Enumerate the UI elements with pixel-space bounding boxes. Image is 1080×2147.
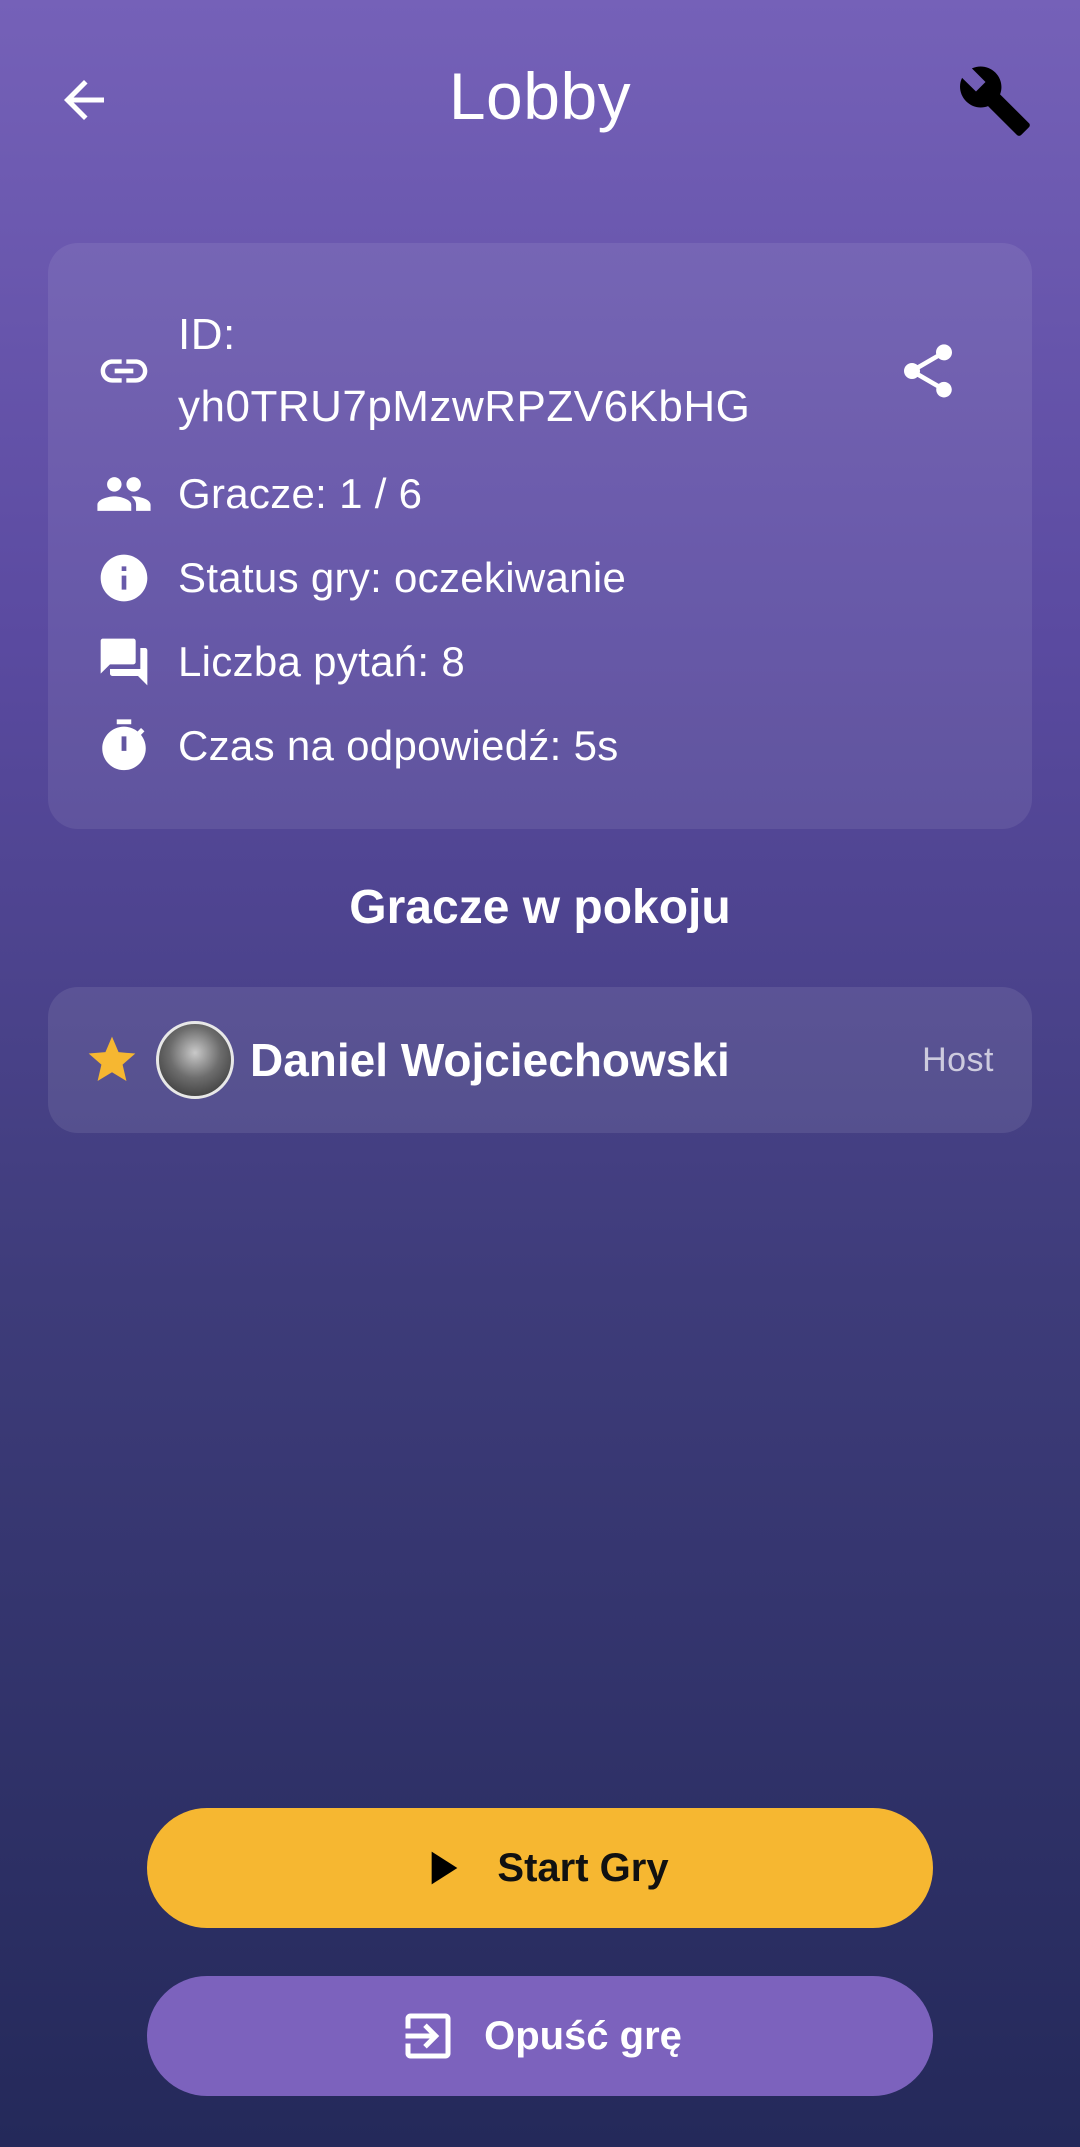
star-icon	[88, 1036, 136, 1081]
timer-icon	[94, 716, 154, 776]
page-title: Lobby	[448, 59, 632, 133]
game-status-row: Status gry: oczekiwanie	[94, 548, 626, 608]
room-id-row: ID: yh0TRU7pMzwRPZV6KbHG	[94, 299, 750, 443]
host-badge: Host	[922, 1040, 994, 1079]
settings-button[interactable]	[950, 56, 1040, 146]
leave-game-label: Opuść grę	[484, 2013, 682, 2058]
people-icon	[94, 464, 154, 524]
link-icon	[94, 341, 154, 401]
players-count: Gracze: 1 / 6	[178, 470, 423, 517]
room-info-card: ID: yh0TRU7pMzwRPZV6KbHG Gracze: 1 / 6 S…	[48, 243, 1032, 829]
avatar	[156, 1021, 234, 1099]
chat-bubbles-icon	[94, 632, 154, 692]
answer-time-row: Czas na odpowiedź: 5s	[94, 716, 619, 776]
game-status: Status gry: oczekiwanie	[178, 554, 627, 601]
question-count: Liczba pytań: 8	[178, 638, 466, 685]
players-count-row: Gracze: 1 / 6	[94, 464, 422, 524]
share-icon	[904, 344, 952, 398]
question-count-row: Liczba pytań: 8	[94, 632, 465, 692]
play-icon	[411, 1838, 471, 1898]
player-name: Daniel Wojciechowski	[250, 1034, 730, 1086]
wrench-icon	[960, 66, 1030, 136]
player-list-item[interactable]: Daniel Wojciechowski Host	[48, 987, 1032, 1133]
info-icon	[94, 548, 154, 608]
room-id-value: yh0TRU7pMzwRPZV6KbHG	[178, 382, 751, 431]
room-id-label: ID:	[178, 310, 236, 359]
players-section-title: Gracze w pokoju	[349, 881, 731, 934]
room-id[interactable]: ID: yh0TRU7pMzwRPZV6KbHG	[178, 299, 750, 443]
top-bar: Lobby	[0, 0, 1080, 200]
start-game-button[interactable]: Start Gry	[147, 1808, 933, 1928]
answer-time: Czas na odpowiedź: 5s	[178, 722, 619, 769]
share-button[interactable]	[878, 321, 978, 421]
exit-icon	[398, 2006, 458, 2066]
start-game-label: Start Gry	[497, 1845, 669, 1890]
leave-game-button[interactable]: Opuść grę	[147, 1976, 933, 2096]
